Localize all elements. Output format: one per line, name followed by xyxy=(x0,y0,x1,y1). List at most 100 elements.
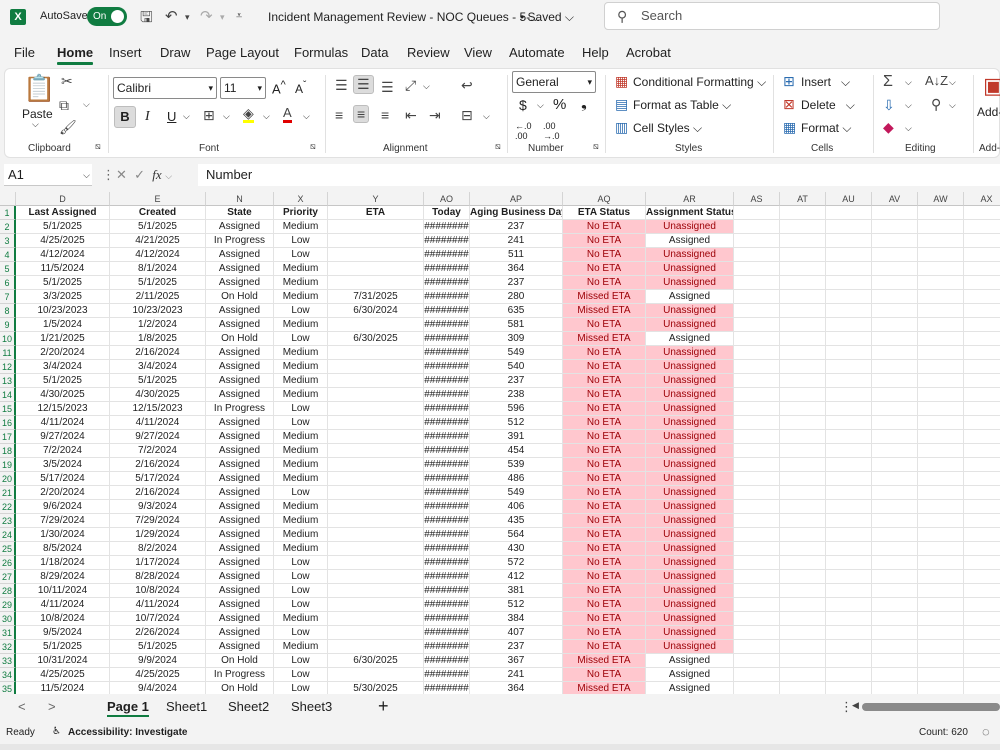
data-cell[interactable]: 10/23/2023 xyxy=(16,304,110,318)
data-cell[interactable]: Unassigned xyxy=(646,262,734,276)
data-cell[interactable]: Missed ETA xyxy=(563,332,646,346)
column-header-ar[interactable]: AR xyxy=(646,192,734,206)
data-cell[interactable]: 435 xyxy=(470,514,563,528)
empty-cell[interactable] xyxy=(734,626,780,640)
data-cell[interactable]: On Hold xyxy=(206,682,274,694)
data-cell[interactable]: ######## xyxy=(424,598,470,612)
data-cell[interactable] xyxy=(328,430,424,444)
data-cell[interactable]: ######## xyxy=(424,360,470,374)
data-cell[interactable]: 367 xyxy=(470,654,563,668)
data-cell[interactable]: Medium xyxy=(274,262,328,276)
empty-cell[interactable] xyxy=(964,556,1000,570)
header-cell[interactable]: ETA Status xyxy=(563,206,646,220)
data-cell[interactable]: 364 xyxy=(470,682,563,694)
empty-cell[interactable] xyxy=(734,486,780,500)
data-cell[interactable]: 5/17/2024 xyxy=(110,472,206,486)
row-header[interactable]: 12 xyxy=(0,360,16,374)
empty-cell[interactable] xyxy=(964,542,1000,556)
empty-cell[interactable] xyxy=(964,472,1000,486)
data-cell[interactable]: 237 xyxy=(470,220,563,234)
data-cell[interactable]: No ETA xyxy=(563,640,646,654)
empty-cell[interactable] xyxy=(780,668,826,682)
empty-cell[interactable] xyxy=(734,360,780,374)
data-cell[interactable]: Assigned xyxy=(646,682,734,694)
row-header[interactable]: 24 xyxy=(0,528,16,542)
data-cell[interactable]: 7/2/2024 xyxy=(16,444,110,458)
empty-cell[interactable] xyxy=(826,234,872,248)
tab-home[interactable]: Home xyxy=(57,45,94,65)
format-as-table-button[interactable]: Format as Table ⌵ xyxy=(633,98,731,113)
empty-cell[interactable] xyxy=(872,262,918,276)
data-cell[interactable] xyxy=(328,374,424,388)
empty-cell[interactable] xyxy=(964,570,1000,584)
orientation-icon[interactable]: ⤢ xyxy=(405,77,416,94)
data-cell[interactable]: Assigned xyxy=(206,570,274,584)
data-cell[interactable]: Medium xyxy=(274,220,328,234)
data-cell[interactable] xyxy=(328,514,424,528)
data-cell[interactable]: 11/5/2024 xyxy=(16,262,110,276)
column-header-as[interactable]: AS xyxy=(734,192,780,206)
data-cell[interactable] xyxy=(328,626,424,640)
column-header-n[interactable]: N xyxy=(206,192,274,206)
empty-cell[interactable] xyxy=(964,500,1000,514)
empty-cell[interactable] xyxy=(780,304,826,318)
align-bottom-icon[interactable]: ☰ xyxy=(381,79,394,96)
empty-cell[interactable] xyxy=(872,640,918,654)
data-cell[interactable]: ######## xyxy=(424,290,470,304)
data-cell[interactable]: 3/4/2024 xyxy=(16,360,110,374)
data-cell[interactable]: 5/1/2025 xyxy=(16,276,110,290)
empty-cell[interactable] xyxy=(780,430,826,444)
data-cell[interactable]: 241 xyxy=(470,234,563,248)
empty-cell[interactable] xyxy=(826,332,872,346)
data-cell[interactable]: ######## xyxy=(424,374,470,388)
sheet-tab-page-1[interactable]: Page 1 xyxy=(107,699,149,717)
data-cell[interactable]: Assigned xyxy=(206,640,274,654)
empty-cell[interactable] xyxy=(734,220,780,234)
data-cell[interactable]: 2/26/2024 xyxy=(110,626,206,640)
data-cell[interactable]: Medium xyxy=(274,528,328,542)
row-header[interactable]: 3 xyxy=(0,234,16,248)
data-cell[interactable]: Assigned xyxy=(206,388,274,402)
empty-cell[interactable] xyxy=(780,458,826,472)
data-cell[interactable]: 7/2/2024 xyxy=(110,444,206,458)
data-cell[interactable]: 309 xyxy=(470,332,563,346)
accessibility-status[interactable]: Accessibility: Investigate xyxy=(68,727,188,738)
empty-cell[interactable] xyxy=(826,206,872,220)
header-cell[interactable]: Created xyxy=(110,206,206,220)
data-cell[interactable]: No ETA xyxy=(563,430,646,444)
data-cell[interactable] xyxy=(328,248,424,262)
empty-cell[interactable] xyxy=(780,570,826,584)
row-header[interactable]: 1 xyxy=(0,206,16,220)
data-cell[interactable]: Low xyxy=(274,682,328,694)
data-cell[interactable]: Unassigned xyxy=(646,626,734,640)
empty-cell[interactable] xyxy=(918,612,964,626)
tab-help[interactable]: Help xyxy=(582,45,609,60)
data-cell[interactable]: Assigned xyxy=(206,486,274,500)
empty-cell[interactable] xyxy=(734,248,780,262)
empty-cell[interactable] xyxy=(964,290,1000,304)
number-launcher-icon[interactable]: ⧅ xyxy=(593,141,599,152)
empty-cell[interactable] xyxy=(872,206,918,220)
empty-cell[interactable] xyxy=(780,500,826,514)
empty-cell[interactable] xyxy=(734,444,780,458)
empty-cell[interactable] xyxy=(734,206,780,220)
data-cell[interactable]: Missed ETA xyxy=(563,290,646,304)
empty-cell[interactable] xyxy=(780,444,826,458)
data-cell[interactable]: 391 xyxy=(470,430,563,444)
empty-cell[interactable] xyxy=(826,374,872,388)
empty-cell[interactable] xyxy=(918,234,964,248)
data-cell[interactable]: 635 xyxy=(470,304,563,318)
empty-cell[interactable] xyxy=(826,248,872,262)
data-cell[interactable]: Assigned xyxy=(206,360,274,374)
autosum-dropdown-icon[interactable]: ⌵ xyxy=(905,77,912,88)
data-cell[interactable]: 4/11/2024 xyxy=(110,598,206,612)
number-format-select[interactable]: General ▾ xyxy=(512,71,596,93)
header-cell[interactable]: State xyxy=(206,206,274,220)
empty-cell[interactable] xyxy=(826,570,872,584)
empty-cell[interactable] xyxy=(872,304,918,318)
data-cell[interactable]: 4/30/2025 xyxy=(16,388,110,402)
column-header-d[interactable]: D xyxy=(16,192,110,206)
empty-cell[interactable] xyxy=(734,402,780,416)
data-cell[interactable]: 9/9/2024 xyxy=(110,654,206,668)
empty-cell[interactable] xyxy=(872,346,918,360)
